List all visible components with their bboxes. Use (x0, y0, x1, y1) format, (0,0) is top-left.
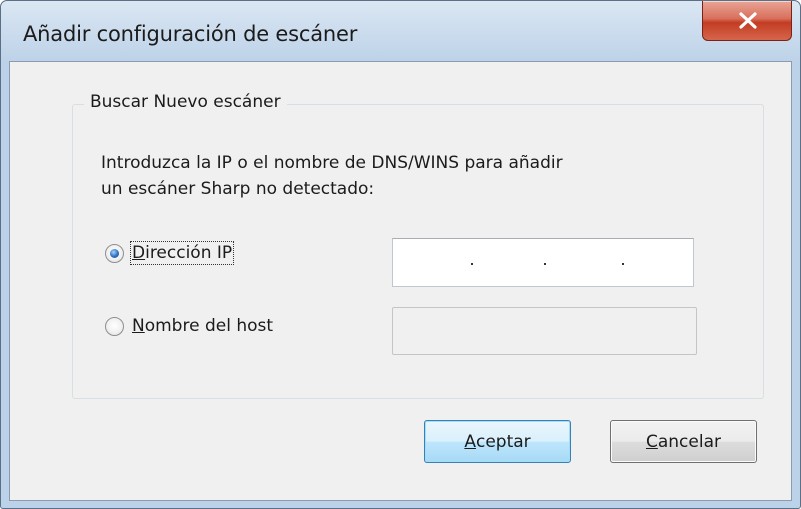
cancel-label: ancelar (657, 431, 721, 452)
hostname-input (392, 307, 697, 355)
ip-separator-dot (622, 263, 624, 265)
ip-separator-dot (544, 263, 546, 265)
accept-button[interactable]: Aceptar (424, 420, 571, 463)
hostname-label[interactable]: Nombre del host (132, 316, 273, 336)
close-button[interactable] (702, 1, 792, 41)
instructions-line-2: un escáner Sharp no detectado: (101, 179, 375, 199)
cancel-mnemonic: C (645, 431, 658, 452)
accept-label: ceptar (475, 431, 531, 452)
dialog-body: Buscar Nuevo escáner Introduzca la IP o … (9, 61, 792, 501)
hostname-radio[interactable] (105, 316, 124, 336)
accept-mnemonic: A (464, 431, 476, 452)
ip-address-radio[interactable] (105, 243, 124, 263)
ip-address-input[interactable] (392, 238, 694, 287)
dialog-window: Añadir configuración de escáner Buscar N… (0, 0, 801, 509)
cancel-button[interactable]: Cancelar (610, 420, 757, 463)
window-title: Añadir configuración de escáner (23, 22, 358, 46)
instructions-line-1: Introduzca la IP o el nombre de DNS/WINS… (101, 153, 563, 173)
hostname-label-text: ombre del host (144, 316, 274, 336)
ip-address-label[interactable]: Dirección IP (129, 241, 235, 265)
group-legend: Buscar Nuevo escáner (84, 92, 287, 112)
title-bar[interactable]: Añadir configuración de escáner (1, 1, 800, 61)
instructions-text: Introduzca la IP o el nombre de DNS/WINS… (101, 150, 701, 202)
ip-separator-dot (471, 263, 473, 265)
hostname-option[interactable]: Nombre del host (105, 316, 273, 336)
ip-address-label-text: irección IP (145, 243, 233, 263)
ip-address-mnemonic: D (132, 243, 146, 263)
close-icon (739, 12, 757, 29)
hostname-mnemonic: N (132, 316, 145, 336)
ip-address-option[interactable]: Dirección IP (105, 241, 235, 265)
